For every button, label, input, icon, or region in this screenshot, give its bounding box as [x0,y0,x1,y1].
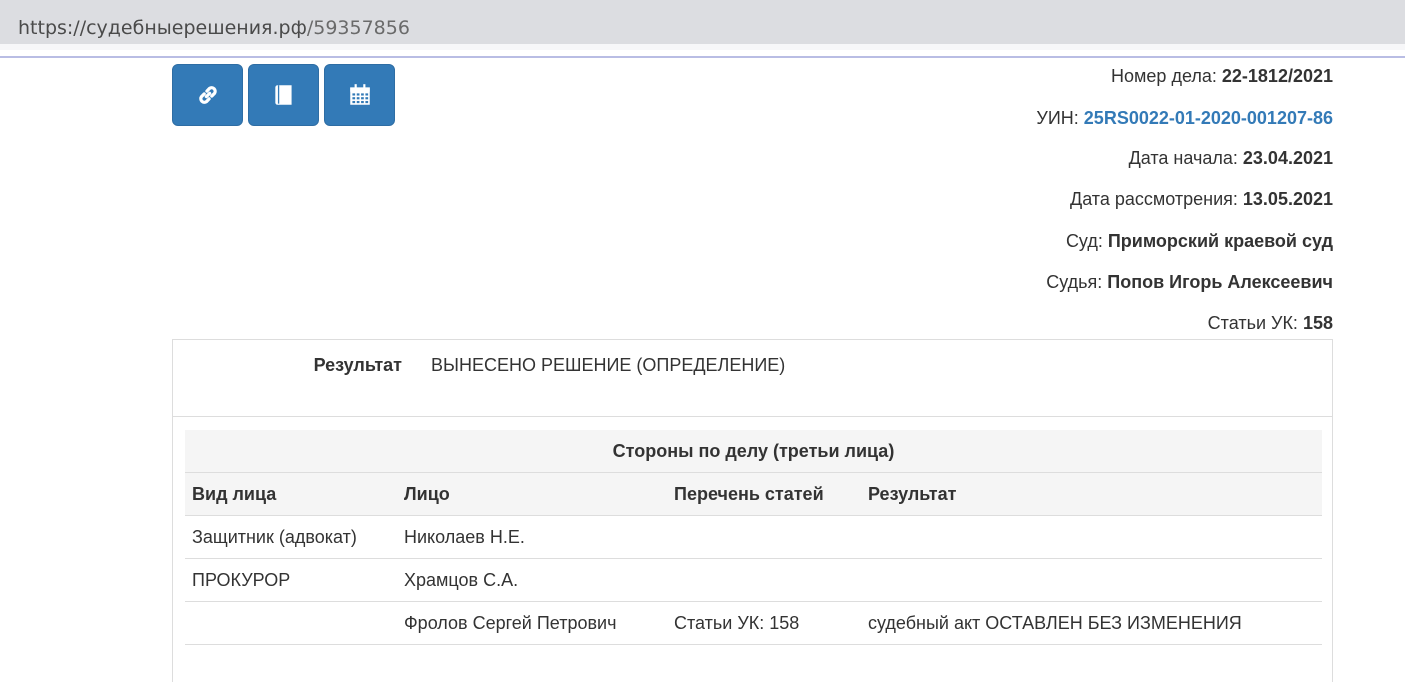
case-number-label: Номер дела: [1111,66,1217,86]
table-row: Фролов Сергей Петрович Статьи УК: 158 су… [185,601,1322,645]
column-header-result: Результат [861,472,1322,516]
uin-label: УИН: [1036,108,1079,128]
table-cell: Николаев Н.Е. [397,515,667,559]
articles-value: 158 [1302,313,1333,333]
table-row: Защитник (адвокат) Николаев Н.Е. [185,515,1322,559]
case-review-date: Дата рассмотрения: 13.05.2021 [1070,189,1333,210]
case-court: Суд: Приморский краевой суд [1066,231,1333,252]
court-value: Приморский краевой суд [1107,231,1333,251]
calendar-icon [349,84,370,105]
table-cell [861,515,1322,559]
parties-table: Стороны по делу (третьи лица) Вид лица Л… [185,430,1322,645]
link-icon [198,86,217,104]
review-date-value: 13.05.2021 [1242,189,1333,209]
table-cell: Статьи УК: 158 [667,601,861,645]
result-label: Результат [313,355,402,375]
table-cell: Фролов Сергей Петрович [397,601,667,645]
book-button[interactable] [248,64,319,126]
table-cell [185,601,397,645]
address-bar[interactable]: https://судебныерешения.рф/59357856 [0,0,1405,50]
table-cell: Защитник (адвокат) [185,515,397,559]
start-date-label: Дата начала: [1128,148,1238,168]
judge-value: Попов Игорь Алексеевич [1107,272,1333,292]
case-articles: Статьи УК: 158 [1208,313,1333,334]
case-details-panel: Результат ВЫНЕСЕНО РЕШЕНИЕ (ОПРЕДЕЛЕНИЕ)… [172,339,1333,682]
table-cell: судебный акт ОСТАВЛЕН БЕЗ ИЗМЕНЕНИЯ [861,601,1322,645]
link-button[interactable] [172,64,243,126]
table-cell: ПРОКУРОР [185,558,397,602]
case-uin: УИН: 25RS0022-01-2020-001207-86 [1036,108,1333,129]
review-date-label: Дата рассмотрения: [1070,189,1238,209]
page-top-divider [0,56,1405,58]
parties-caption-row: Стороны по делу (третьи лица) [185,430,1322,473]
result-value: ВЫНЕСЕНО РЕШЕНИЕ (ОПРЕДЕЛЕНИЕ) [431,355,786,375]
result-row: Результат ВЫНЕСЕНО РЕШЕНИЕ (ОПРЕДЕЛЕНИЕ) [173,340,1332,417]
parties-caption: Стороны по делу (третьи лица) [185,430,1322,473]
parties-header-row: Вид лица Лицо Перечень статей Результат [185,472,1322,516]
table-cell: Храмцов С.А. [397,558,667,602]
case-number-value: 22-1812/2021 [1221,66,1333,86]
url-text[interactable]: https://судебныерешения.рф/59357856 [18,17,410,39]
column-header-type: Вид лица [185,472,397,516]
url-path: /59357856 [306,17,410,39]
book-icon [274,85,292,105]
table-cell [667,515,861,559]
articles-label: Статьи УК: [1207,313,1298,333]
column-header-person: Лицо [397,472,667,516]
calendar-button[interactable] [324,64,395,126]
case-start-date: Дата начала: 23.04.2021 [1129,148,1333,169]
uin-link[interactable]: 25RS0022-01-2020-001207-86 [1084,108,1333,128]
table-cell [667,558,861,602]
table-cell [861,558,1322,602]
judge-label: Судья: [1046,272,1103,292]
url-host: https://судебныерешения.рф [18,17,307,39]
start-date-value: 23.04.2021 [1242,148,1333,168]
column-header-articles: Перечень статей [667,472,861,516]
case-number: Номер дела: 22-1812/2021 [1111,66,1333,87]
court-label: Суд: [1065,231,1103,251]
table-row: ПРОКУРОР Храмцов С.А. [185,558,1322,602]
case-judge: Судья: Попов Игорь Алексеевич [1046,272,1333,293]
